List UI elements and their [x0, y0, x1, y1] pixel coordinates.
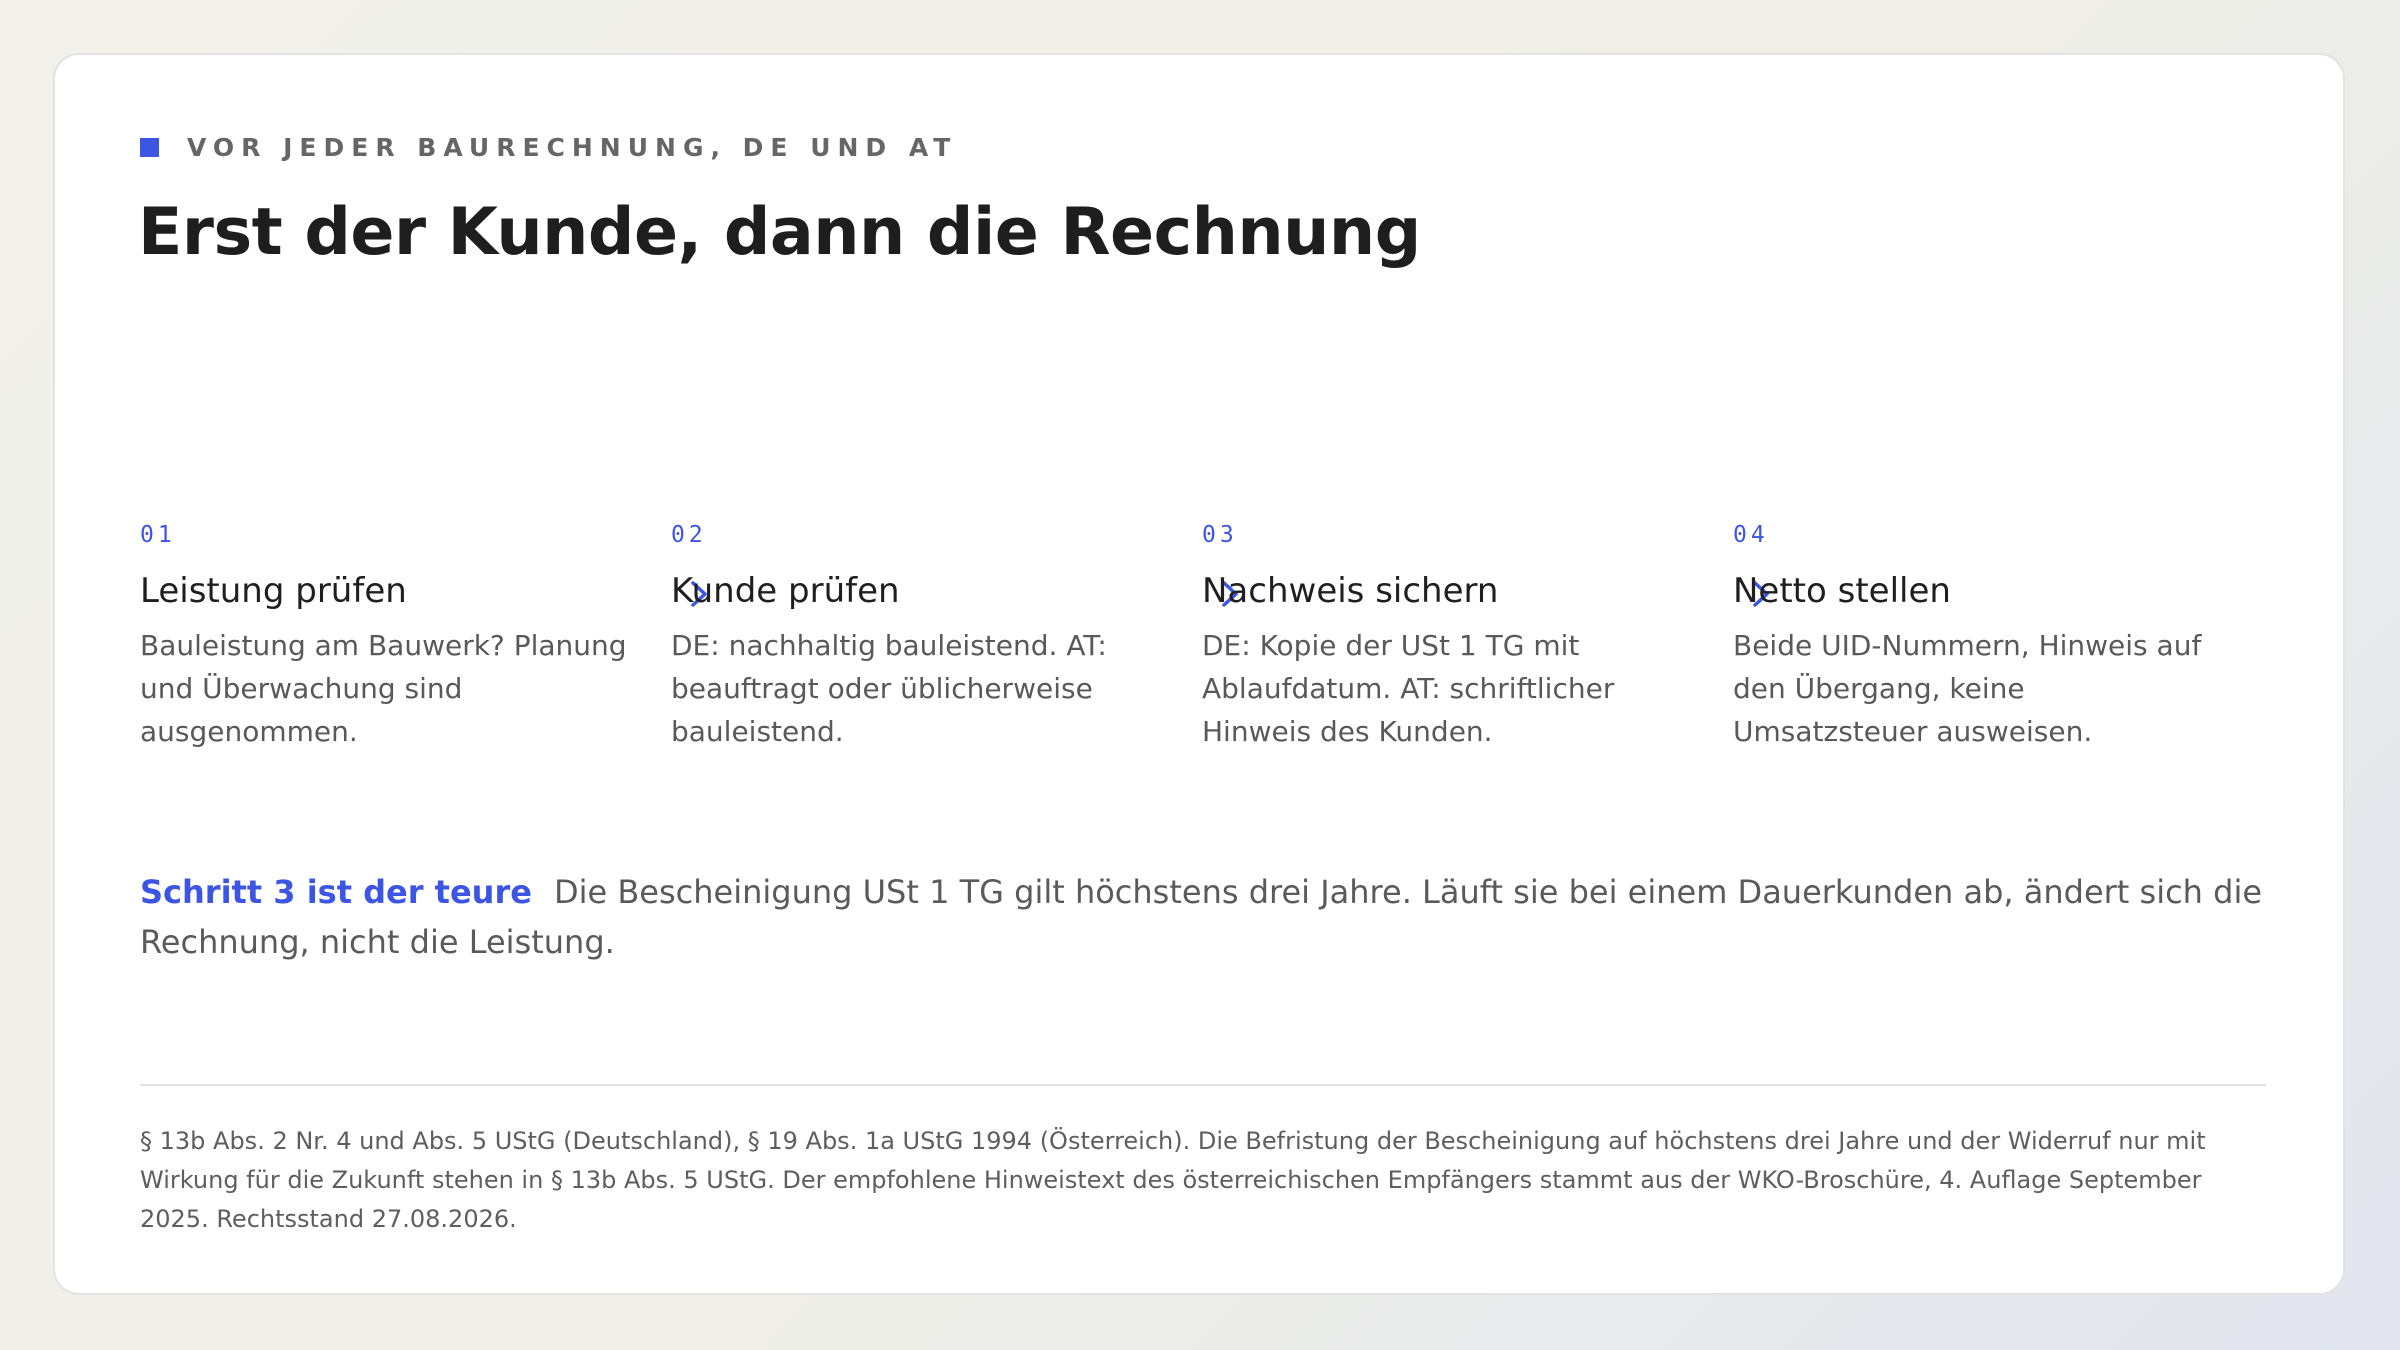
step-description: DE: Kopie der USt 1 TG mit Ablaufdatum. … — [1202, 629, 1615, 748]
page-title: Erst der Kunde, dann die Rechnung — [138, 195, 1421, 270]
step-title: Netto stellen — [1733, 571, 1951, 611]
step-number: 03 — [1202, 522, 1238, 548]
eyebrow-square-icon — [140, 138, 159, 157]
step-title: Leistung prüfen — [140, 571, 407, 611]
step-number: 02 — [671, 522, 707, 548]
step-number: 01 — [140, 522, 176, 548]
step-description: Beide UID-Nummern, Hinweis auf den Überg… — [1733, 629, 2202, 748]
step-title: Nachweis sichern — [1202, 571, 1499, 611]
content-card: VOR JEDER BAURECHNUNG, DE UND AT Erst de… — [53, 53, 2345, 1295]
steps-row: 01 Leistung prüfen Bauleistung am Bauwer… — [140, 520, 2310, 820]
step-number: 04 — [1733, 522, 1769, 548]
divider — [140, 1084, 2266, 1086]
eyebrow: VOR JEDER BAURECHNUNG, DE UND AT — [140, 133, 957, 162]
footnote: § 13b Abs. 2 Nr. 4 und Abs. 5 UStG (Deut… — [140, 1127, 2206, 1233]
step-description: Bauleistung am Bauwerk? Planung und Über… — [140, 629, 627, 748]
step-1: 01 Leistung prüfen Bauleistung am Bauwer… — [140, 520, 630, 753]
step-description: DE: nachhaltig bauleistend. AT: beauftra… — [671, 629, 1107, 748]
callout: Schritt 3 ist der teure Die Bescheinigung… — [140, 867, 2280, 967]
step-3: 03 Nachweis sichern DE: Kopie der USt 1 … — [1202, 520, 1692, 753]
step-2: 02 Kunde prüfen DE: nachhaltig bauleiste… — [671, 520, 1161, 753]
callout-lead: Schritt 3 ist der teure — [140, 873, 532, 911]
step-title: Kunde prüfen — [671, 571, 900, 611]
eyebrow-label: VOR JEDER BAURECHNUNG, DE UND AT — [187, 133, 958, 162]
step-4: 04 Netto stellen Beide UID-Nummern, Hinw… — [1733, 520, 2223, 753]
